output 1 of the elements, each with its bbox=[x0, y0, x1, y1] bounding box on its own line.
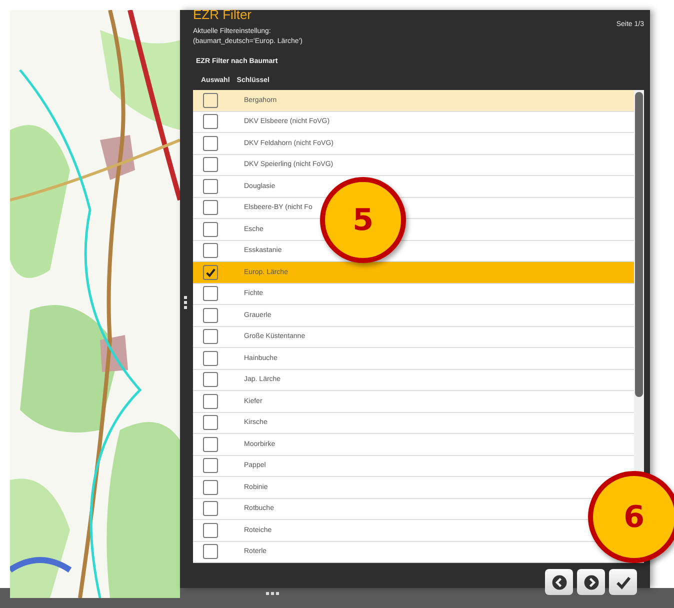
panel-title: EZR Filter bbox=[193, 7, 252, 23]
